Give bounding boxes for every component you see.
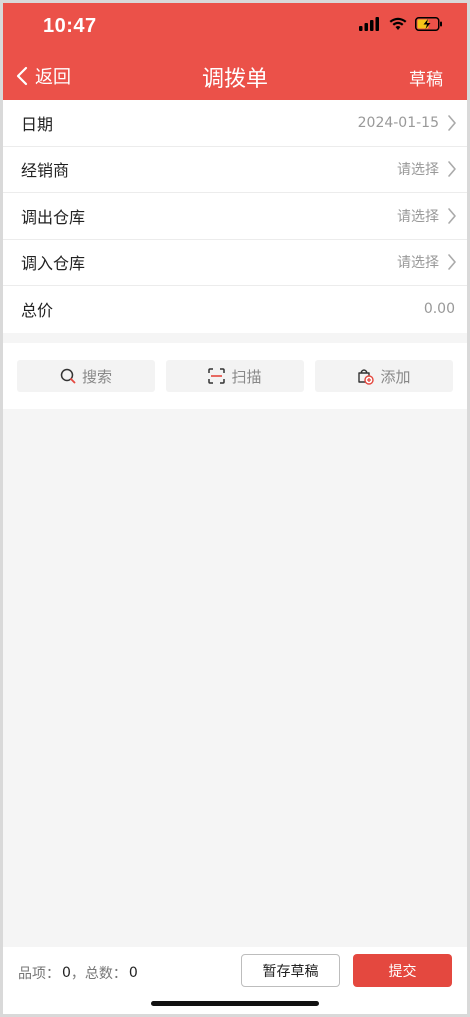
total-price-label: 总价 [21, 301, 54, 321]
status-icons [359, 17, 443, 31]
chevron-right-icon [448, 254, 456, 271]
scan-button[interactable]: 扫描 [166, 360, 304, 392]
total-count: 0 [128, 965, 138, 981]
transfer-form: 日期 2024-01-15 经销商 请选择 调出仓库 请选择 调入仓库 请选择 [3, 100, 467, 333]
dealer-value: 请选择 [397, 162, 439, 179]
chevron-right-icon [448, 207, 456, 224]
source-warehouse-row[interactable]: 调出仓库 请选择 [3, 193, 467, 240]
save-draft-button[interactable]: 暂存草稿 [241, 954, 340, 987]
dealer-label: 经销商 [21, 161, 70, 181]
drafts-button[interactable]: 草稿 [409, 65, 443, 90]
submit-button[interactable]: 提交 [353, 954, 452, 987]
search-label: 搜索 [81, 367, 112, 386]
items-label: 品项： [18, 966, 60, 982]
signal-icon [359, 17, 379, 31]
source-warehouse-label: 调出仓库 [21, 207, 86, 227]
bottom-bar: 品项： 0 ， 总数： 0 暂存草稿 提交 [3, 947, 467, 1014]
total-price-row: 总价 0.00 [3, 286, 467, 333]
date-label: 日期 [21, 114, 54, 134]
search-icon [60, 368, 76, 384]
target-warehouse-label: 调入仓库 [21, 254, 86, 274]
chevron-right-icon [448, 114, 456, 131]
status-time: 10:47 [43, 15, 97, 37]
summary: 品项： 0 ， 总数： 0 [18, 963, 138, 983]
dealer-row[interactable]: 经销商 请选择 [3, 147, 467, 193]
target-warehouse-row[interactable]: 调入仓库 请选择 [3, 240, 467, 286]
item-list-area [3, 409, 467, 947]
summary-separator: ， [70, 966, 85, 982]
date-row[interactable]: 日期 2024-01-15 [3, 100, 467, 147]
app-screen: 10:47 返回 调拨单 草稿 日期 2024-01-15 经销商 请选择 调出… [0, 0, 470, 1017]
page-title: 调拨单 [201, 67, 268, 92]
search-button[interactable]: 搜索 [17, 360, 155, 392]
total-label: 总数： [84, 966, 127, 982]
target-warehouse-value: 请选择 [397, 255, 439, 272]
scan-icon [208, 368, 226, 384]
add-button[interactable]: 添加 [315, 360, 453, 392]
source-warehouse-value: 请选择 [397, 208, 439, 225]
add-label: 添加 [380, 367, 411, 386]
items-count: 0 [62, 965, 71, 981]
total-price-value: 0.00 [423, 301, 455, 318]
battery-charging-icon [415, 17, 442, 31]
header: 10:47 返回 调拨单 草稿 [3, 3, 467, 100]
date-value: 2024-01-15 [357, 114, 439, 131]
wifi-icon [389, 17, 407, 30]
home-indicator [151, 1001, 319, 1006]
add-bag-icon [358, 368, 375, 385]
chevron-right-icon [448, 161, 456, 178]
action-bar: 搜索 扫描 添加 [3, 343, 467, 409]
scan-label: 扫描 [231, 367, 262, 386]
